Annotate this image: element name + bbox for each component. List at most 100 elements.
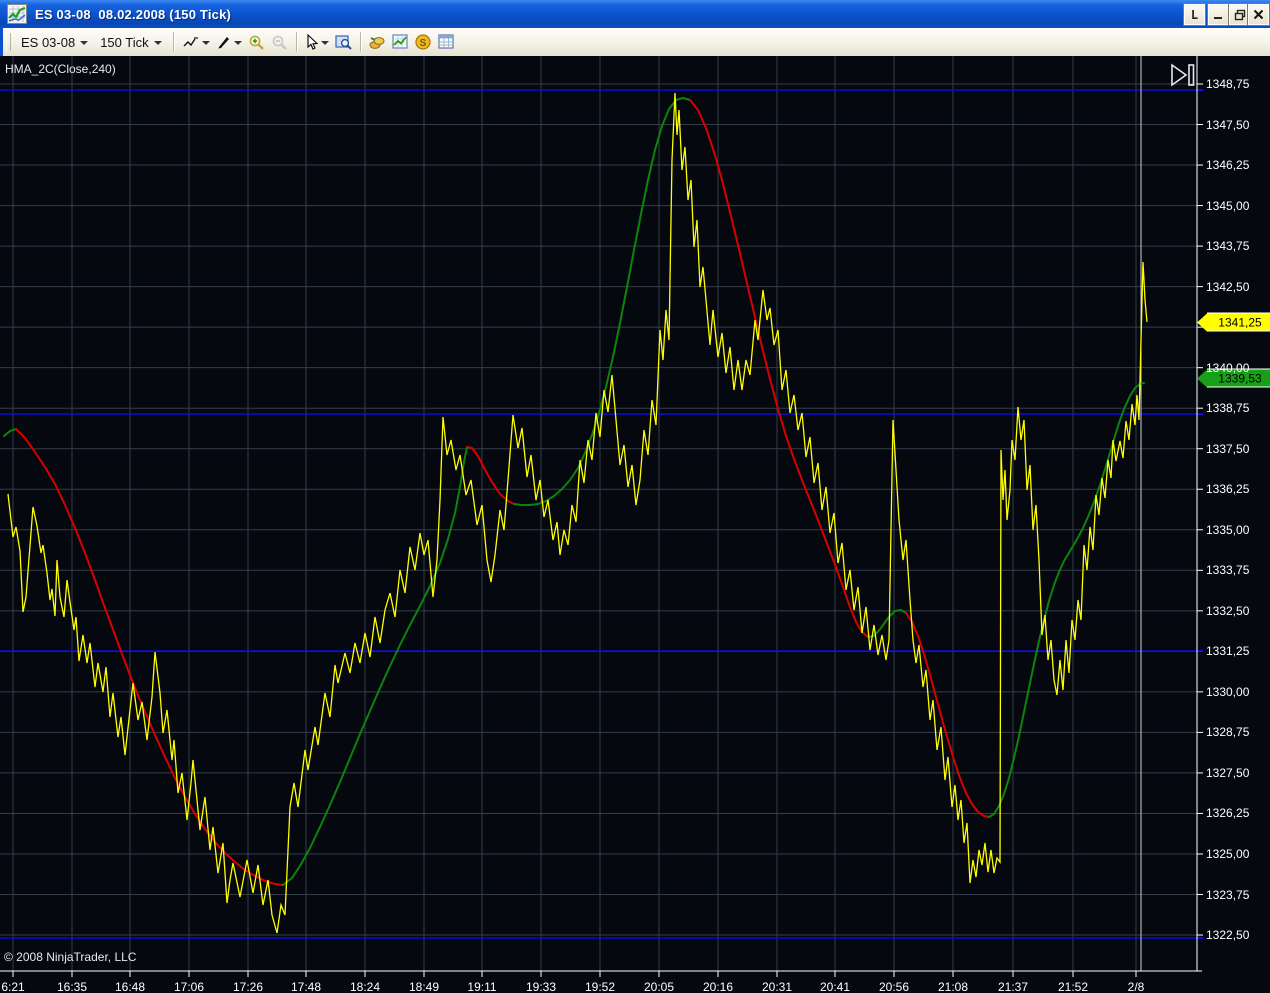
zoom-in-button[interactable] (245, 32, 268, 53)
time-axis-label: 21:52 (1058, 980, 1088, 993)
price-axis-label: 1347,50 (1206, 118, 1249, 132)
price-axis-label: 1330,00 (1206, 685, 1249, 699)
coin-icon: S (415, 34, 432, 51)
time-axis-label: 20:16 (703, 980, 733, 993)
hma-segment-down (16, 429, 283, 885)
close-button[interactable] (1247, 3, 1270, 26)
price-axis-label: 1342,50 (1206, 280, 1249, 294)
last-price-badge: 1341,25 (1197, 313, 1270, 332)
pen-icon (216, 34, 232, 50)
chevron-down-icon (80, 41, 88, 45)
time-axis-label: 16:48 (115, 980, 145, 993)
time-axis-label: 6:21 (1, 980, 24, 993)
price-axis-label: 1346,25 (1206, 158, 1249, 172)
hma-segment-up (514, 98, 690, 505)
zoom-in-icon (248, 34, 265, 51)
interval-selector[interactable]: 150 Tick (94, 32, 167, 53)
zoom-out-button[interactable] (268, 32, 291, 53)
cursor-icon (305, 34, 319, 50)
hma-segment-down (906, 613, 989, 817)
hma-segment-up (868, 610, 906, 637)
price-axis-label: 1333,75 (1206, 563, 1249, 577)
time-axis-label: 17:06 (174, 980, 204, 993)
time-axis-label: 16:35 (57, 980, 87, 993)
time-axis-label: 17:26 (233, 980, 263, 993)
time-axis-label: 18:49 (409, 980, 439, 993)
chart-icon (7, 4, 27, 24)
toolbar-separator (360, 32, 361, 52)
price-axis-label: 1326,25 (1206, 806, 1249, 820)
chart-properties-button[interactable] (332, 32, 355, 52)
indicator-label[interactable]: HMA_2C(Close,240) (5, 62, 116, 76)
price-axis-label: 1327,50 (1206, 766, 1249, 780)
minimize-icon (1213, 9, 1224, 20)
chevron-down-icon (234, 41, 242, 45)
badge-arrow (1197, 313, 1207, 331)
drawing-tools-button[interactable] (213, 32, 245, 52)
instrument-label: ES 03-08 (21, 35, 75, 50)
price-axis-label: 1345,00 (1206, 199, 1249, 213)
hma-segment-down (690, 100, 868, 637)
price-axis-label: 1348,75 (1206, 77, 1249, 91)
toolbar-separator (173, 32, 174, 52)
price-axis-label: 1337,50 (1206, 442, 1249, 456)
price-axis-label: 1338,75 (1206, 401, 1249, 415)
line-style-icon (182, 34, 200, 50)
price-axis-label: 1323,75 (1206, 888, 1249, 902)
time-axis-label: 19:33 (526, 980, 556, 993)
cursor-mode-button[interactable] (302, 32, 332, 52)
new-chart-button[interactable] (389, 32, 412, 52)
time-axis-label: 20:41 (820, 980, 850, 993)
toolbar: ES 03-08 150 Tick (0, 28, 1270, 57)
close-icon (1253, 9, 1264, 20)
time-axis-label: 21:37 (998, 980, 1028, 993)
time-axis-label: 20:56 (879, 980, 909, 993)
line-style-button[interactable] (179, 32, 213, 52)
price-axis-label: 1340,00 (1206, 361, 1249, 375)
time-axis-label: 19:52 (585, 980, 615, 993)
price-axis-label: 1325,00 (1206, 847, 1249, 861)
window-edge (0, 28, 3, 56)
zoom-out-icon (271, 34, 288, 51)
instrument-selector[interactable]: ES 03-08 (15, 32, 94, 53)
price-axis-label: 1335,00 (1206, 523, 1249, 537)
link-button[interactable]: L (1183, 3, 1206, 26)
chart-area[interactable]: HMA_2C(Close,240) © 2008 NinjaTrader, LL… (0, 56, 1270, 993)
time-axis-label: 20:31 (762, 980, 792, 993)
chevron-down-icon (321, 41, 329, 45)
chart-properties-icon (335, 34, 352, 50)
time-axis-label: 2/8 (1128, 980, 1145, 993)
time-axis-label: 20:05 (644, 980, 674, 993)
time-axis-label: 21:08 (938, 980, 968, 993)
restore-icon (1234, 9, 1246, 21)
window-title: ES 03-08 08.02.2008 (150 Tick) (35, 7, 231, 22)
toolbar-grip[interactable] (6, 33, 11, 51)
chart-trader-icon (369, 34, 386, 50)
chevron-down-icon (154, 41, 162, 45)
title-bar[interactable]: ES 03-08 08.02.2008 (150 Tick) L (0, 0, 1270, 28)
new-chart-icon (392, 34, 409, 50)
data-grid-button[interactable] (435, 32, 458, 52)
last-price-value: 1341,25 (1207, 313, 1270, 332)
time-axis-label: 17:48 (291, 980, 321, 993)
hma-segment-up (4, 429, 16, 436)
chevron-down-icon (202, 41, 210, 45)
account-button[interactable]: S (412, 32, 435, 53)
data-grid-icon (438, 34, 455, 50)
chart-trader-button[interactable] (366, 32, 389, 52)
price-axis-label: 1331,25 (1206, 644, 1249, 658)
ninjatrader-chart-window: ES 03-08 08.02.2008 (150 Tick) L ES 03-0… (0, 0, 1270, 993)
price-axis-label: 1322,50 (1206, 928, 1249, 942)
minimize-button[interactable] (1207, 3, 1230, 26)
svg-text:S: S (419, 38, 426, 49)
price-line (8, 93, 1147, 933)
chart-plot (0, 56, 1270, 993)
copyright-text: © 2008 NinjaTrader, LLC (4, 950, 136, 964)
go-to-last-bar-icon[interactable] (1170, 62, 1196, 93)
time-axis-label: 18:24 (350, 980, 380, 993)
toolbar-separator (296, 32, 297, 52)
price-axis-label: 1336,25 (1206, 482, 1249, 496)
price-axis-label: 1332,50 (1206, 604, 1249, 618)
time-axis-label: 19:11 (467, 980, 496, 993)
interval-label: 150 Tick (100, 35, 148, 50)
